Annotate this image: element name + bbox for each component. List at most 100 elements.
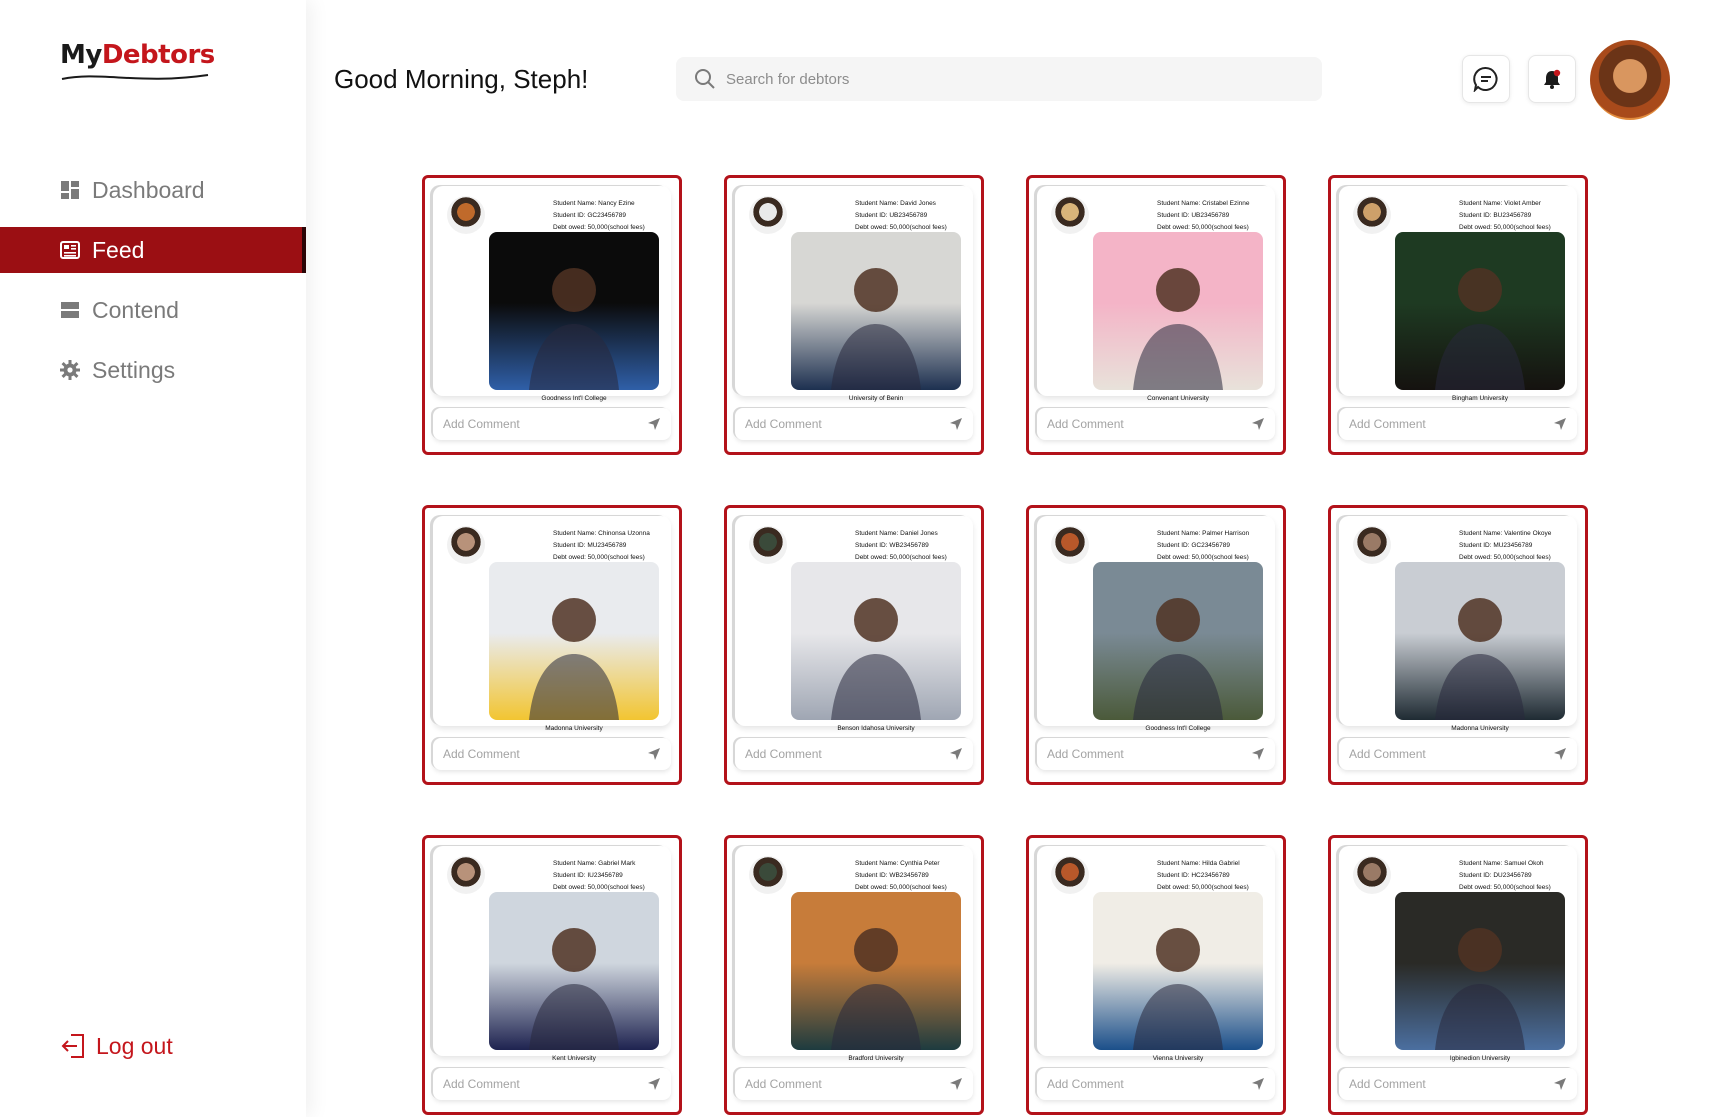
student-photo[interactable] (1395, 232, 1565, 390)
sidebar-item-settings[interactable]: Settings (0, 347, 306, 393)
card-avatar[interactable] (447, 526, 485, 564)
send-icon[interactable] (949, 417, 963, 431)
logout-button[interactable]: Log out (60, 1032, 173, 1060)
send-icon[interactable] (1251, 417, 1265, 431)
debtor-card[interactable]: Student Name: Violet Amber Student ID: B… (1328, 175, 1588, 455)
card-post: Student Name: Violet Amber Student ID: B… (1339, 186, 1577, 402)
sidebar-item-contend[interactable]: Contend (0, 287, 306, 333)
comment-box (433, 408, 671, 440)
student-id: Student ID: MU23456789 (1459, 542, 1533, 549)
card-avatar[interactable] (447, 196, 485, 234)
card-post: Student Name: Hilda Gabriel Student ID: … (1037, 846, 1275, 1062)
sidebar-item-feed[interactable]: Feed (0, 227, 306, 273)
person-silhouette (1435, 928, 1525, 1050)
search-input[interactable] (726, 70, 1286, 88)
card-avatar[interactable] (1051, 856, 1089, 894)
send-icon[interactable] (1553, 1077, 1567, 1091)
student-photo[interactable] (791, 892, 961, 1050)
comment-box (735, 1068, 973, 1100)
card-avatar[interactable] (749, 526, 787, 564)
student-id: Student ID: UB23456789 (855, 212, 928, 219)
search-bar[interactable] (676, 57, 1322, 101)
user-avatar[interactable] (1590, 40, 1670, 120)
comment-input[interactable] (745, 417, 949, 431)
send-icon[interactable] (647, 1077, 661, 1091)
debtor-card[interactable]: Student Name: Palmer Harrison Student ID… (1026, 505, 1286, 785)
card-avatar[interactable] (1051, 196, 1089, 234)
student-photo[interactable] (791, 562, 961, 720)
comment-input[interactable] (443, 1077, 647, 1091)
comment-input[interactable] (745, 1077, 949, 1091)
student-name: Student Name: Palmer Harrison (1157, 530, 1250, 537)
logout-label: Log out (96, 1032, 173, 1059)
card-avatar[interactable] (447, 856, 485, 894)
student-photo[interactable] (489, 892, 659, 1050)
comment-input[interactable] (1349, 1077, 1553, 1091)
card-post: Student Name: Valentine Okoye Student ID… (1339, 516, 1577, 732)
comment-input[interactable] (443, 747, 647, 761)
logo-part-my: My (60, 40, 102, 70)
school-name: Madonna University (545, 725, 603, 732)
debtor-card[interactable]: Student Name: Hilda Gabriel Student ID: … (1026, 835, 1286, 1115)
student-photo[interactable] (1395, 562, 1565, 720)
school-name: Benson Idahosa University (837, 725, 915, 732)
person-silhouette (831, 598, 921, 720)
send-icon[interactable] (647, 747, 661, 761)
notifications-button[interactable] (1528, 55, 1576, 103)
student-name: Student Name: Cynthia Peter (855, 860, 940, 867)
debtor-card[interactable]: Student Name: Gabriel Mark Student ID: I… (422, 835, 682, 1115)
comment-input[interactable] (745, 747, 949, 761)
comment-input[interactable] (1047, 1077, 1251, 1091)
debtor-card[interactable]: Student Name: Nancy Ezine Student ID: GC… (422, 175, 682, 455)
sidebar-item-dashboard[interactable]: Dashboard (0, 167, 306, 213)
debtor-card[interactable]: Student Name: Cristabel Ezinne Student I… (1026, 175, 1286, 455)
card-avatar[interactable] (1051, 526, 1089, 564)
comment-input[interactable] (1047, 747, 1251, 761)
card-post: Student Name: Daniel Jones Student ID: W… (735, 516, 973, 732)
student-photo[interactable] (1093, 562, 1263, 720)
card-avatar[interactable] (1353, 196, 1391, 234)
messages-button[interactable] (1462, 55, 1510, 103)
school-name: Madonna University (1451, 725, 1509, 732)
student-photo[interactable] (1093, 892, 1263, 1050)
comment-box (1339, 738, 1577, 770)
card-avatar[interactable] (1353, 526, 1391, 564)
school-name: Goodness Int'l College (541, 395, 607, 402)
student-photo[interactable] (1395, 892, 1565, 1050)
send-icon[interactable] (1553, 747, 1567, 761)
sidebar-nav: Dashboard Feed Contend Settings (0, 167, 306, 407)
comment-input[interactable] (1349, 417, 1553, 431)
student-photo[interactable] (791, 232, 961, 390)
debtor-card[interactable]: Student Name: David Jones Student ID: UB… (724, 175, 984, 455)
student-photo[interactable] (1093, 232, 1263, 390)
student-photo[interactable] (489, 562, 659, 720)
contend-icon (60, 300, 80, 320)
card-post: Student Name: Gabriel Mark Student ID: I… (433, 846, 671, 1062)
send-icon[interactable] (647, 417, 661, 431)
app-logo[interactable]: MyDebtors (60, 40, 215, 90)
person-silhouette (1133, 268, 1223, 390)
chat-icon (1473, 66, 1498, 92)
card-avatar[interactable] (749, 196, 787, 234)
send-icon[interactable] (949, 1077, 963, 1091)
comment-input[interactable] (443, 417, 647, 431)
comment-input[interactable] (1349, 747, 1553, 761)
student-photo[interactable] (489, 232, 659, 390)
logo-part-debtors: Debtors (101, 40, 215, 70)
comment-box (1037, 1068, 1275, 1100)
debtor-card[interactable]: Student Name: Cynthia Peter Student ID: … (724, 835, 984, 1115)
debtor-card[interactable]: Student Name: Samuel Okoh Student ID: DU… (1328, 835, 1588, 1115)
send-icon[interactable] (1251, 747, 1265, 761)
card-avatar[interactable] (749, 856, 787, 894)
debtor-card[interactable]: Student Name: Valentine Okoye Student ID… (1328, 505, 1588, 785)
sidebar-item-label: Feed (92, 236, 145, 263)
debtor-card[interactable]: Student Name: Chinonsa Uzonna Student ID… (422, 505, 682, 785)
student-id: Student ID: DU23456789 (1459, 872, 1532, 879)
sidebar: MyDebtors Dashboard Feed Contend Setting… (0, 0, 306, 1117)
send-icon[interactable] (1553, 417, 1567, 431)
send-icon[interactable] (949, 747, 963, 761)
comment-input[interactable] (1047, 417, 1251, 431)
card-avatar[interactable] (1353, 856, 1391, 894)
send-icon[interactable] (1251, 1077, 1265, 1091)
debtor-card[interactable]: Student Name: Daniel Jones Student ID: W… (724, 505, 984, 785)
